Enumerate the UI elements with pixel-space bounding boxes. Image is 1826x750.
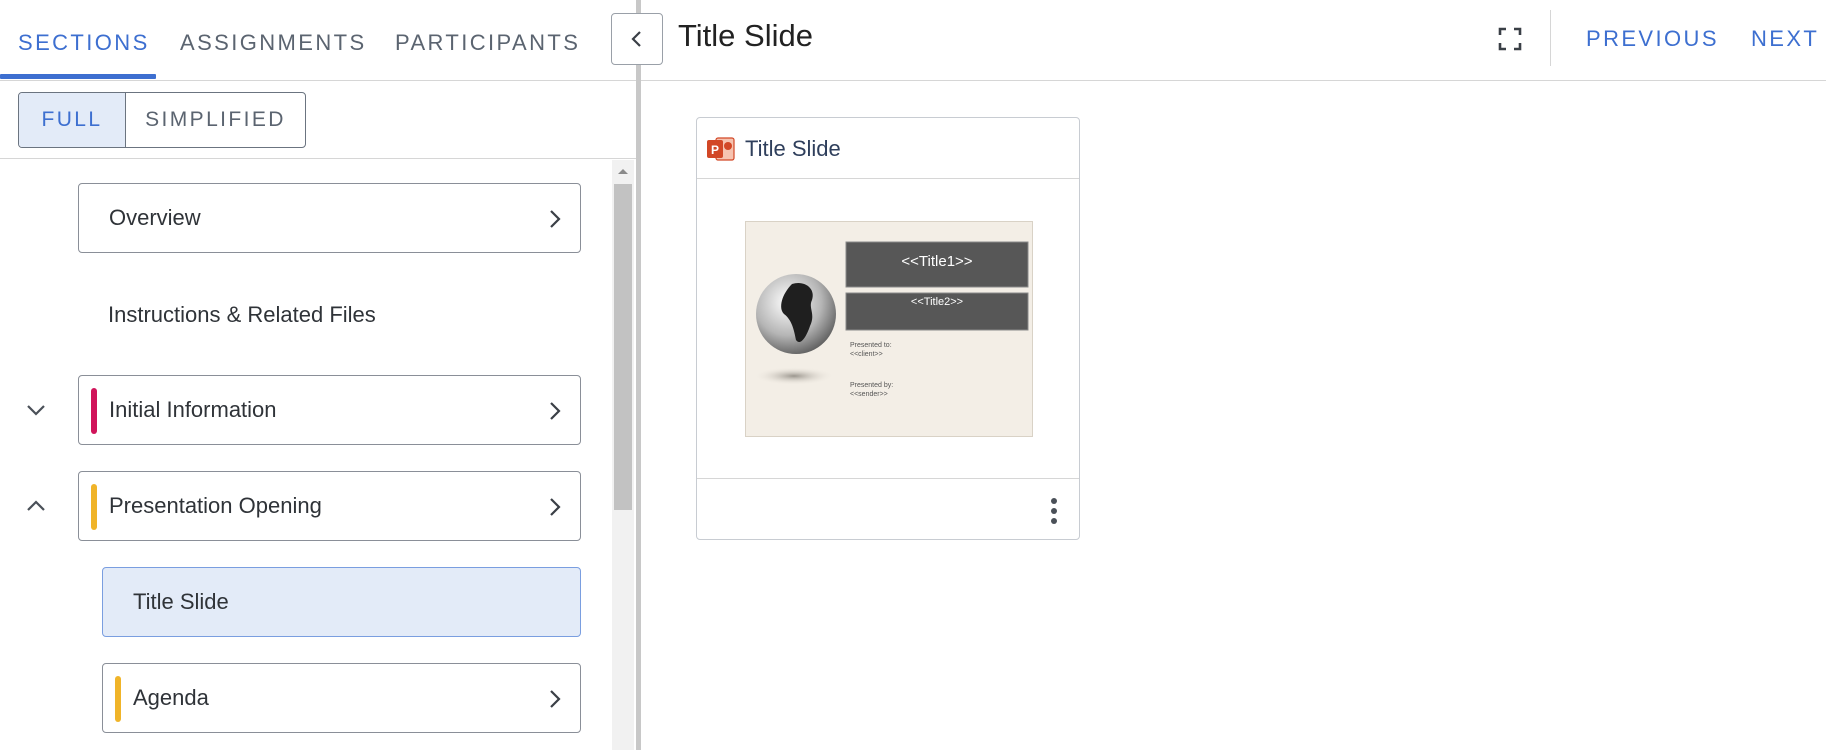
section-item-title-slide[interactable]: Title Slide (102, 567, 581, 637)
chevron-right-icon (550, 402, 561, 420)
chevron-right-icon (550, 498, 561, 516)
section-item-overview[interactable]: Overview (78, 183, 581, 253)
powerpoint-icon: P (707, 137, 735, 161)
full-view-button[interactable]: FULL (19, 93, 126, 147)
view-mode-toggle: FULL SIMPLIFIED (18, 92, 306, 148)
tab-participants[interactable]: PARTICIPANTS (395, 30, 580, 80)
section-color-bar (115, 676, 121, 722)
tab-assignments[interactable]: ASSIGNMENTS (180, 30, 367, 80)
section-list: Overview Instructions & Related Files In… (0, 159, 610, 750)
file-card-footer (697, 478, 1079, 541)
page-title: Title Slide (678, 18, 813, 53)
instructions-related-files-link[interactable]: Instructions & Related Files (108, 295, 376, 335)
panel-splitter[interactable] (636, 0, 641, 750)
section-label: Initial Information (109, 397, 277, 422)
section-color-bar (91, 388, 97, 434)
header-divider (1550, 10, 1551, 66)
chevron-down-icon[interactable] (21, 395, 51, 425)
tab-sections[interactable]: SECTIONS (18, 30, 150, 80)
thumbnail-presented-to: Presented to: (850, 342, 892, 349)
previous-button[interactable]: PREVIOUS (1586, 26, 1719, 52)
section-label: Title Slide (133, 589, 229, 614)
thumbnail-title2: <<Title2>> (910, 296, 964, 308)
file-name[interactable]: Title Slide (745, 136, 841, 162)
simplified-view-button[interactable]: SIMPLIFIED (126, 93, 305, 147)
chevron-up-icon[interactable] (21, 491, 51, 521)
thumbnail-client: <<client>> (850, 351, 883, 358)
section-item-presentation-opening[interactable]: Presentation Opening (78, 471, 581, 541)
section-label: Overview (109, 205, 201, 230)
more-options-icon[interactable] (1049, 496, 1059, 526)
section-color-bar (91, 484, 97, 530)
content-header: Title Slide PREVIOUS NEXT (641, 0, 1826, 81)
slide-thumbnail[interactable]: <<Title1>> <<Title2>> Presented to: <<cl… (745, 221, 1033, 437)
chevron-right-icon (550, 210, 561, 228)
scrollbar-thumb[interactable] (614, 184, 632, 510)
file-card-header: P Title Slide (697, 118, 1079, 179)
section-item-initial-information[interactable]: Initial Information (78, 375, 581, 445)
svg-text:P: P (711, 143, 719, 157)
active-tab-indicator (0, 74, 156, 79)
section-label: Agenda (133, 685, 209, 710)
sections-panel: SECTIONS ASSIGNMENTS PARTICIPANTS FULL S… (0, 0, 636, 750)
panel-tabs: SECTIONS ASSIGNMENTS PARTICIPANTS (0, 0, 636, 81)
section-list-scrollbar[interactable] (612, 160, 634, 750)
thumbnail-title1: <<Title1>> (901, 253, 973, 270)
file-card: P Title Slide <<Title1>> <<Title2>> Pres… (696, 117, 1080, 540)
thumbnail-sender: <<sender>> (850, 391, 888, 398)
next-button[interactable]: NEXT (1751, 26, 1819, 52)
scroll-up-arrow-icon[interactable] (612, 160, 634, 182)
thumbnail-presented-by: Presented by: (850, 382, 894, 389)
section-label: Presentation Opening (109, 493, 322, 518)
chevron-right-icon (550, 690, 561, 708)
fullscreen-icon[interactable] (1493, 22, 1527, 56)
section-item-agenda[interactable]: Agenda (102, 663, 581, 733)
